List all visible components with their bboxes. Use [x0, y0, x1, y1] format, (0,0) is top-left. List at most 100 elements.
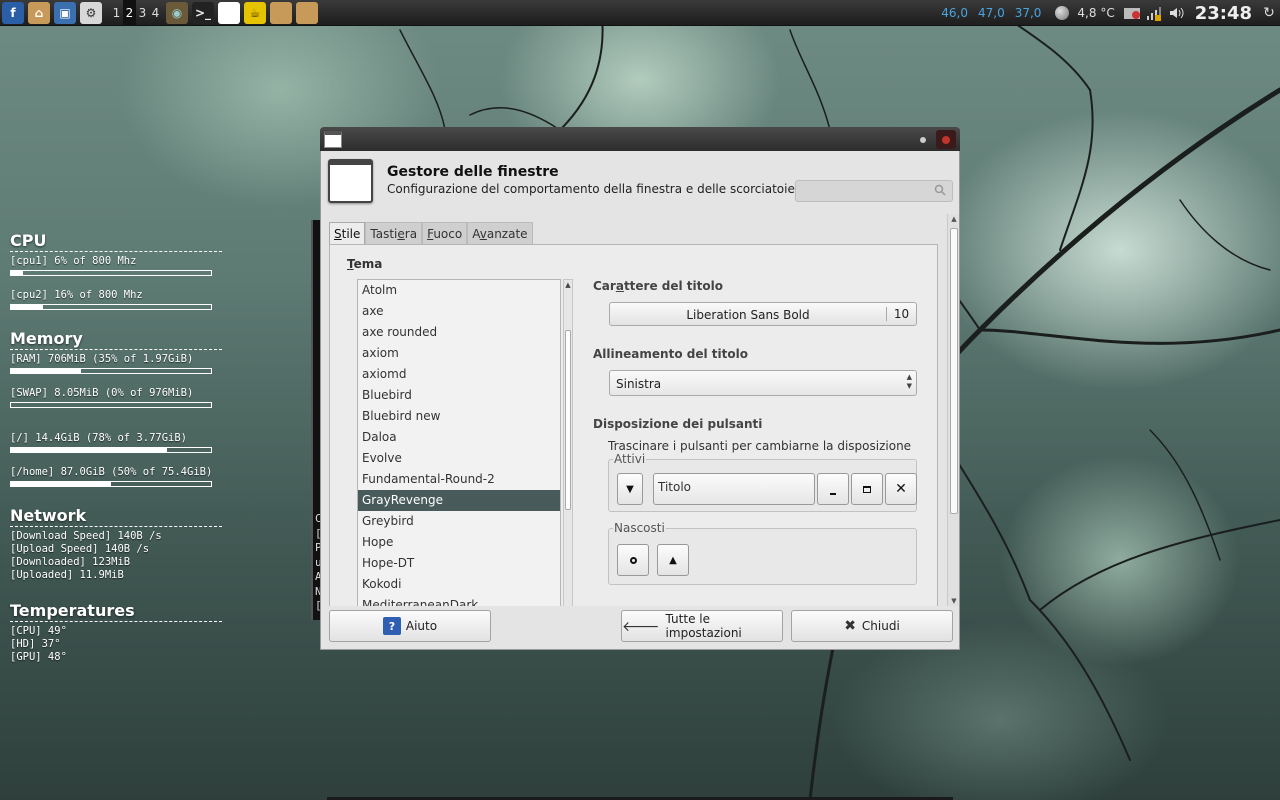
- tab-bar: Stile Tastiera Fuoco Avanzate: [329, 222, 533, 245]
- theme-list-item[interactable]: Hope: [358, 532, 560, 553]
- dialog-scrollbar[interactable]: ▲ ▼: [947, 214, 959, 606]
- terminal-icon[interactable]: >_: [192, 1, 214, 24]
- memory-stat-label: [/home] 87.0GiB (50% of 75.4GiB): [10, 466, 213, 478]
- close-button[interactable]: ✖ Chiudi: [791, 610, 953, 642]
- maximize-slot-button[interactable]: [851, 473, 883, 505]
- combo-arrows-icon: ▲ ▼: [906, 373, 912, 390]
- folder-icon-2[interactable]: [296, 1, 318, 24]
- stick-icon: [629, 556, 637, 564]
- scroll-up-icon[interactable]: ▲: [564, 280, 572, 290]
- load-average-1: 46,0: [941, 6, 968, 20]
- tab-fuoco[interactable]: Fuoco: [422, 222, 468, 244]
- theme-list-item[interactable]: Greybird: [358, 511, 560, 532]
- cpu-stat-label: [cpu1] 6% of 800 Mhz: [10, 255, 137, 267]
- button-layout-label: Disposizione dei pulsanti: [593, 417, 763, 431]
- theme-list-item[interactable]: GrayRevenge: [358, 490, 560, 511]
- network-icon[interactable]: [1145, 4, 1163, 22]
- memory-stat-label: [RAM] 706MiB (35% of 1.97GiB): [10, 353, 194, 365]
- minimize-icon: [920, 136, 926, 143]
- tab-tastiera[interactable]: Tastiera: [365, 222, 423, 244]
- close-window-button[interactable]: [936, 130, 956, 149]
- cpu-usage-fill: [11, 271, 23, 275]
- weather-temperature[interactable]: 4,8 °C: [1077, 6, 1114, 20]
- all-settings-button[interactable]: 🡐 Tutte le impostazioni: [621, 610, 783, 642]
- tab-stile[interactable]: Stile: [329, 222, 366, 245]
- taskbar: ◉ >_ ☕: [166, 1, 322, 24]
- title-font-button[interactable]: Liberation Sans Bold 10: [609, 302, 917, 326]
- maximize-icon: [863, 485, 871, 493]
- window-menu-button[interactable]: ▼: [617, 473, 643, 505]
- memory-usage-fill: [11, 448, 167, 452]
- volume-icon[interactable]: [1167, 4, 1185, 22]
- memory-usage-fill: [11, 369, 81, 373]
- help-button[interactable]: ? Aiuto: [329, 610, 491, 642]
- clock[interactable]: 23:48: [1195, 3, 1252, 24]
- close-icon: ✖: [844, 618, 856, 634]
- workspace-switcher: 1234: [110, 0, 162, 26]
- workspace-1[interactable]: 1: [110, 0, 123, 26]
- dialog-subtitle: Configurazione del comportamento della f…: [387, 182, 795, 196]
- minimize-button[interactable]: [913, 130, 933, 149]
- title-alignment-label: Allineamento del titolo: [593, 347, 748, 361]
- system-monitor-icon[interactable]: ▣: [54, 1, 76, 24]
- theme-list-item[interactable]: Daloa: [358, 427, 560, 448]
- title-font-label: Carattere del titolo: [593, 279, 723, 293]
- theme-list-item[interactable]: Bluebird: [358, 385, 560, 406]
- theme-list-item[interactable]: Hope-DT: [358, 553, 560, 574]
- tab-avanzate[interactable]: Avanzate: [467, 222, 533, 244]
- workspace-3[interactable]: 3: [136, 0, 149, 26]
- theme-list-item[interactable]: MediterraneanDark: [358, 595, 560, 606]
- theme-list[interactable]: Atolm axe axe rounded axiom axiomd Bluebird Bl…: [357, 279, 561, 606]
- title-alignment-select[interactable]: Sinistra ▲ ▼: [609, 370, 917, 396]
- close-slot-button[interactable]: ✕: [885, 473, 917, 505]
- stick-button[interactable]: [617, 544, 649, 576]
- window-icon[interactable]: [218, 1, 240, 24]
- memory-stat-label: [SWAP] 8.05MiB (0% of 976MiB): [10, 387, 194, 399]
- mail-icon[interactable]: [1123, 4, 1141, 22]
- theme-list-item[interactable]: Bluebird new: [358, 406, 560, 427]
- temperatures-heading: Temperatures: [10, 601, 222, 622]
- search-input[interactable]: [795, 180, 953, 202]
- theme-list-item[interactable]: axe: [358, 301, 560, 322]
- network-line: [Download Speed] 140B /s: [10, 530, 162, 542]
- cpu-usage-fill: [11, 305, 43, 309]
- settings-icon[interactable]: ⚙: [80, 1, 102, 24]
- window-menu-icon[interactable]: [324, 131, 342, 148]
- dialog-scrollbar-thumb[interactable]: [950, 228, 958, 514]
- active-buttons-legend: Attivi: [614, 452, 646, 466]
- theme-list-item[interactable]: axiom: [358, 343, 560, 364]
- theme-list-scrollbar[interactable]: ▲: [563, 279, 573, 606]
- fedora-menu-icon[interactable]: f: [2, 1, 24, 24]
- theme-list-item[interactable]: Fundamental-Round-2: [358, 469, 560, 490]
- theme-list-item[interactable]: axiomd: [358, 364, 560, 385]
- workspace-4[interactable]: 4: [149, 0, 162, 26]
- theme-list-item[interactable]: Atolm: [358, 280, 560, 301]
- network-heading: Network: [10, 506, 222, 527]
- dialog-titlebar[interactable]: [320, 127, 960, 151]
- memory-usage-bar: [10, 481, 212, 487]
- scroll-down-icon[interactable]: ▼: [949, 597, 959, 605]
- home-folder-icon[interactable]: ⌂: [28, 1, 50, 24]
- scroll-up-icon[interactable]: ▲: [949, 215, 959, 223]
- theme-list-item[interactable]: Kokodi: [358, 574, 560, 595]
- theme-list-item[interactable]: axe rounded: [358, 322, 560, 343]
- dialog-header: Gestore delle finestre Configurazione de…: [321, 151, 959, 211]
- refresh-icon[interactable]: ↻: [1260, 4, 1278, 22]
- system-tray: 46,0 47,0 37,0 4,8 °C 23:48 ↻: [941, 0, 1280, 26]
- shade-button[interactable]: ▲: [657, 544, 689, 576]
- moon-icon[interactable]: [1053, 4, 1071, 22]
- theme-list-item[interactable]: Evolve: [358, 448, 560, 469]
- memory-usage-fill: [11, 482, 111, 486]
- title-slot[interactable]: Titolo: [653, 473, 815, 505]
- workspace-2[interactable]: 2: [123, 0, 136, 26]
- web-browser-icon[interactable]: ◉: [166, 1, 188, 24]
- load-average-15: 37,0: [1014, 6, 1042, 20]
- active-buttons-group: Attivi ▼ Titolo ✕: [608, 452, 917, 512]
- cpu-usage-bar: [10, 270, 212, 276]
- teapot-icon[interactable]: ☕: [244, 1, 266, 24]
- dropdown-arrow-icon: ▼: [626, 483, 634, 495]
- folder-icon[interactable]: [270, 1, 292, 24]
- minimize-slot-button[interactable]: [817, 473, 849, 505]
- scrollbar-thumb[interactable]: [565, 330, 571, 510]
- minimize-icon: [830, 493, 836, 495]
